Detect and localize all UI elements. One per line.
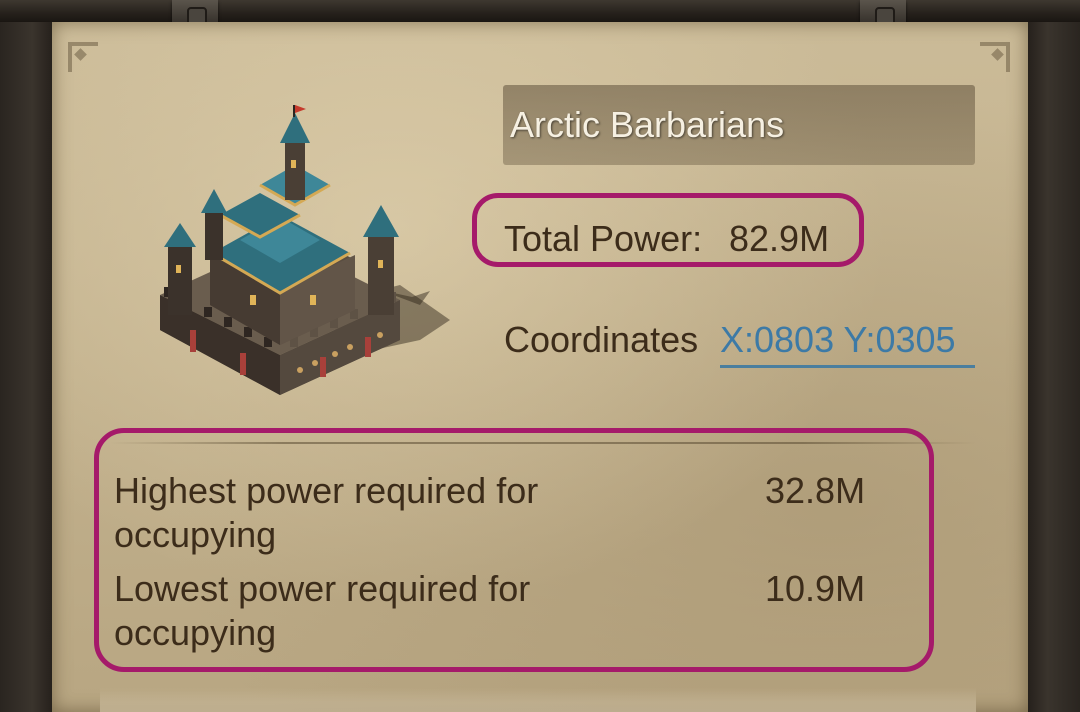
bottom-strip — [100, 688, 976, 712]
total-power-value: 82.9M — [729, 218, 830, 259]
top-rail — [0, 0, 1080, 22]
highest-power-value: 32.8M — [765, 470, 866, 511]
corner-ornament-icon — [68, 42, 98, 72]
highest-power-label: Highest power required for occupying — [114, 470, 539, 555]
total-power-label: Total Power: — [504, 218, 703, 259]
coordinates-link[interactable]: X:0803 Y:0305 — [720, 319, 975, 368]
target-name: Arctic Barbarians — [510, 104, 785, 145]
castle-icon — [160, 105, 450, 395]
lowest-power-label: Lowest power required for occupying — [114, 568, 531, 653]
corner-ornament-icon — [980, 42, 1010, 72]
coordinates-label: Coordinates — [504, 319, 699, 360]
lowest-power-value: 10.9M — [765, 568, 866, 609]
